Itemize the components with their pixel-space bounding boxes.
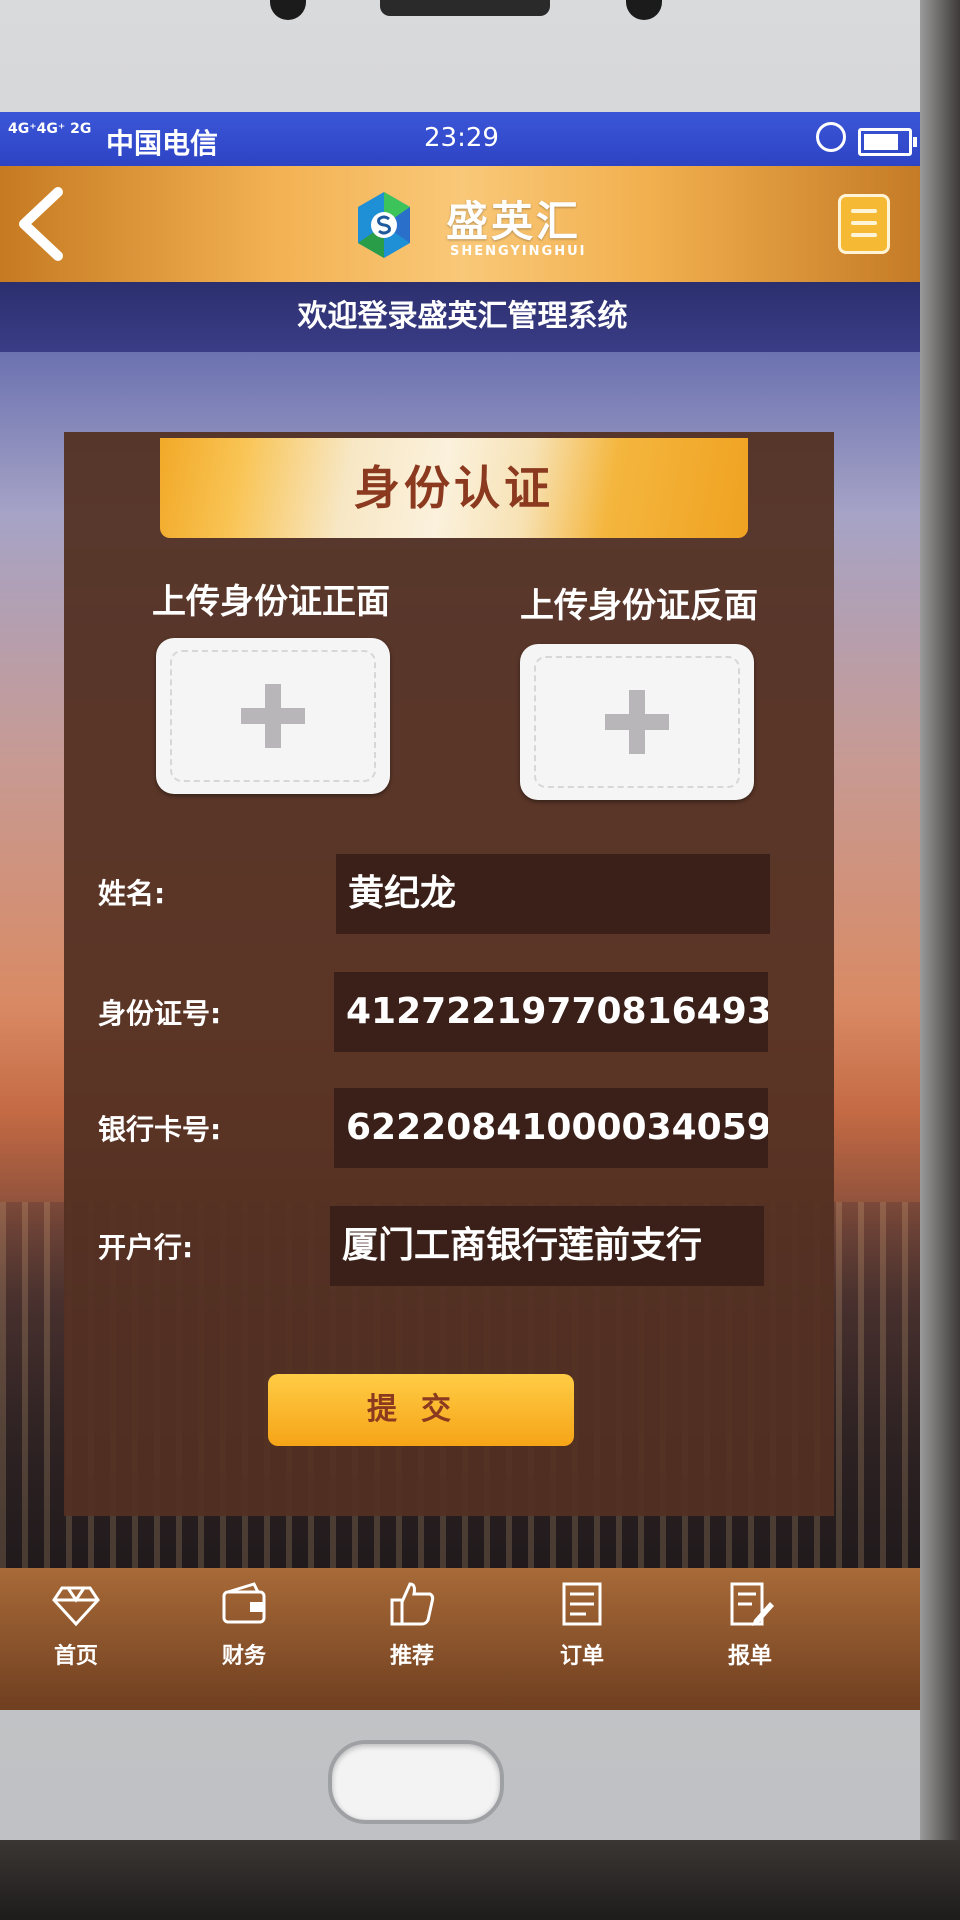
nav-label-recommend: 推荐 bbox=[389, 1644, 434, 1669]
plus-icon bbox=[605, 690, 669, 754]
nav-label-home: 首页 bbox=[53, 1644, 98, 1669]
phone-screen: 4G⁺4G⁺ 2G 中国电信 23:29 盛英汇 SHENGYINGHUI 欢迎… bbox=[0, 112, 925, 1710]
nav-label-finance: 财务 bbox=[221, 1644, 266, 1669]
bank-branch-label: 开户行: bbox=[98, 1231, 194, 1264]
brand-name: 盛英汇 bbox=[446, 197, 582, 246]
home-button[interactable] bbox=[328, 1740, 504, 1824]
identity-verification-panel: 身份认证 上传身份证正面 上传身份证反面 姓名: 黄纪龙 身份证号: 41272… bbox=[64, 432, 834, 1516]
nav-item-orders[interactable]: 订单 bbox=[522, 1580, 642, 1670]
camera-sensor bbox=[270, 0, 306, 20]
nav-item-report[interactable]: 报单 bbox=[690, 1580, 810, 1670]
signal-indicator: 4G⁺4G⁺ 2G bbox=[8, 121, 92, 137]
plus-icon bbox=[241, 684, 305, 748]
id-number-label: 身份证号: bbox=[98, 997, 222, 1030]
phone-frame: 4G⁺4G⁺ 2G 中国电信 23:29 盛英汇 SHENGYINGHUI 欢迎… bbox=[0, 0, 960, 1920]
chevron-left-icon bbox=[19, 187, 63, 261]
nav-label-orders: 订单 bbox=[559, 1644, 604, 1669]
phone-edge bbox=[920, 0, 960, 1920]
hamburger-icon bbox=[851, 209, 877, 213]
status-bar: 4G⁺4G⁺ 2G 中国电信 23:29 bbox=[0, 112, 925, 166]
front-camera bbox=[626, 0, 662, 20]
nav-item-home[interactable]: 首页 bbox=[16, 1580, 136, 1670]
menu-button[interactable] bbox=[838, 194, 890, 254]
brand-subtitle: SHENGYINGHUI bbox=[450, 244, 587, 259]
diamond-icon bbox=[52, 1586, 100, 1627]
nav-label-report: 报单 bbox=[727, 1644, 772, 1669]
bank-branch-field[interactable]: 厦门工商银行莲前支行 bbox=[330, 1206, 764, 1286]
nav-item-recommend[interactable]: 推荐 bbox=[352, 1580, 472, 1670]
edit-form-icon bbox=[730, 1582, 774, 1626]
bank-card-label: 银行卡号: bbox=[98, 1113, 222, 1146]
welcome-banner: 欢迎登录盛英汇管理系统 bbox=[0, 282, 925, 352]
name-field[interactable]: 黄纪龙 bbox=[336, 854, 770, 934]
submit-button[interactable]: 提交 bbox=[268, 1374, 574, 1446]
wallet-icon bbox=[222, 1582, 266, 1624]
upload-back-label: 上传身份证反面 bbox=[520, 586, 758, 626]
battery-icon bbox=[858, 128, 917, 156]
phone-bottom bbox=[0, 1840, 960, 1920]
back-button[interactable] bbox=[12, 186, 72, 262]
carrier-name: 中国电信 bbox=[106, 127, 219, 160]
name-label: 姓名: bbox=[98, 877, 166, 910]
upload-back-button[interactable] bbox=[520, 644, 754, 800]
alarm-icon bbox=[816, 122, 846, 152]
id-number-field[interactable]: 41272219770816493X bbox=[334, 972, 768, 1052]
bottom-navigation: 首页 财务 推荐 订单 报单 bbox=[0, 1568, 925, 1710]
app-header: 盛英汇 SHENGYINGHUI bbox=[0, 166, 925, 282]
bank-card-field[interactable]: 6222084100003405975 bbox=[334, 1088, 768, 1168]
upload-front-label: 上传身份证正面 bbox=[152, 582, 390, 622]
earpiece bbox=[380, 0, 550, 16]
order-list-icon bbox=[562, 1582, 602, 1626]
title-banner: 身份认证 bbox=[160, 438, 748, 538]
status-time: 23:29 bbox=[424, 123, 499, 153]
brand-logo-icon bbox=[358, 192, 410, 258]
upload-front-button[interactable] bbox=[156, 638, 390, 794]
thumbs-up-icon bbox=[390, 1582, 435, 1626]
page-title: 身份认证 bbox=[354, 461, 554, 515]
nav-item-finance[interactable]: 财务 bbox=[184, 1580, 304, 1670]
